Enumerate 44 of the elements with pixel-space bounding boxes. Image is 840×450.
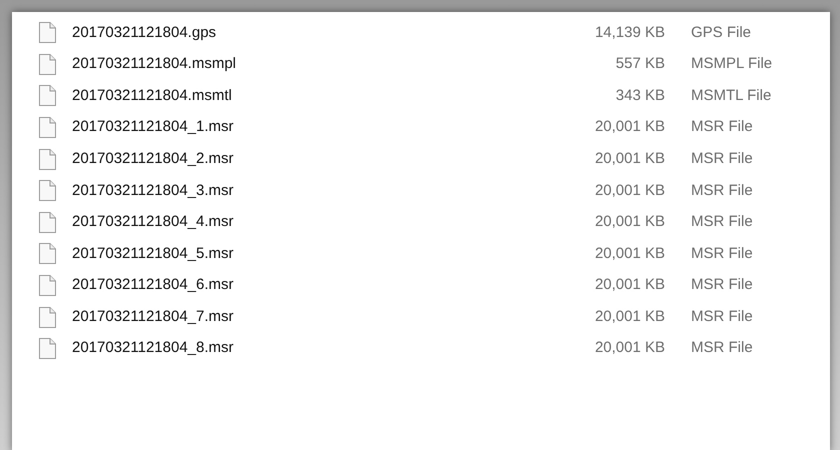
file-type: MSR File xyxy=(691,148,753,169)
file-size: 343 KB xyxy=(614,86,665,106)
file-size: 20,001 KB xyxy=(594,180,665,201)
file-type: MSMPL File xyxy=(691,54,772,74)
file-type: MSR File xyxy=(691,306,753,327)
file-name[interactable]: 20170321121804_5.msr xyxy=(72,242,472,266)
file-icon xyxy=(39,243,56,264)
file-icon xyxy=(39,275,56,296)
file-type: MSR File xyxy=(691,244,753,264)
file-name[interactable]: 20170321121804_1.msr xyxy=(72,116,472,139)
file-icon xyxy=(39,338,56,360)
file-icon xyxy=(39,117,56,138)
file-type: GPS File xyxy=(691,22,752,43)
file-icon xyxy=(39,180,56,202)
file-size: 14,139 KB xyxy=(594,22,665,43)
file-name[interactable]: 20170321121804_2.msr xyxy=(72,148,472,170)
file-name[interactable]: 20170321121804_8.msr xyxy=(72,337,472,360)
file-size: 20,001 KB xyxy=(594,148,665,169)
file-name[interactable]: 20170321121804_7.msr xyxy=(72,306,472,328)
file-name[interactable]: 20170321121804_6.msr xyxy=(72,274,472,297)
file-type: MSR File xyxy=(691,275,753,296)
file-size: 557 KB xyxy=(614,54,665,74)
file-icon xyxy=(39,85,56,106)
file-type: MSR File xyxy=(691,180,753,201)
file-size: 20,001 KB xyxy=(594,212,665,232)
file-name[interactable]: 20170321121804_3.msr xyxy=(72,180,472,202)
file-name[interactable]: 20170321121804_4.msr xyxy=(72,211,472,234)
file-name[interactable]: 20170321121804.gps xyxy=(72,22,472,44)
file-icon xyxy=(39,306,56,328)
file-icon xyxy=(39,22,56,44)
file-type: MSR File xyxy=(691,338,753,358)
file-icon xyxy=(39,148,56,170)
file-icon xyxy=(39,54,56,75)
file-icon xyxy=(39,212,56,233)
file-size: 20,001 KB xyxy=(594,244,665,264)
file-size: 20,001 KB xyxy=(594,117,665,138)
file-type: MSMTL File xyxy=(691,86,772,106)
file-type: MSR File xyxy=(691,117,753,138)
file-size: 20,001 KB xyxy=(594,275,665,296)
file-type: MSR File xyxy=(691,212,753,232)
file-size: 20,001 KB xyxy=(594,338,665,358)
file-name[interactable]: 20170321121804.msmtl xyxy=(72,84,472,108)
file-size: 20,001 KB xyxy=(594,306,665,327)
file-name[interactable]: 20170321121804.msmpl xyxy=(72,53,472,76)
